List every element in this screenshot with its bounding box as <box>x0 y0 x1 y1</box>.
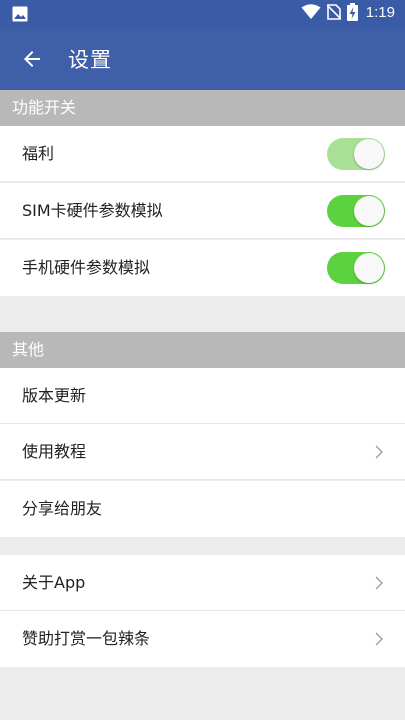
setting-label: 福利 <box>22 144 55 163</box>
toggle-knob <box>354 139 384 169</box>
image-icon <box>12 6 28 22</box>
phone-simulation-toggle[interactable] <box>327 252 385 284</box>
menu-label: 版本更新 <box>22 386 87 405</box>
setting-row-welfare[interactable]: 福利 <box>0 126 405 182</box>
battery-charging-icon <box>346 3 358 21</box>
section-header-other: 其他 <box>0 332 405 368</box>
menu-item-sponsor[interactable]: 赞助打赏一包辣条 <box>0 611 405 667</box>
menu-item-about[interactable]: 关于App <box>0 555 405 611</box>
chevron-right-icon <box>375 445 383 459</box>
section-header-features: 功能开关 <box>0 90 405 126</box>
menu-label: 分享给朋友 <box>22 499 103 518</box>
menu-label: 赞助打赏一包辣条 <box>22 629 151 648</box>
wifi-icon <box>301 4 321 19</box>
menu-item-version-update[interactable]: 版本更新 <box>0 368 405 424</box>
menu-item-tutorial[interactable]: 使用教程 <box>0 424 405 480</box>
setting-label: SIM卡硬件参数模拟 <box>22 201 163 220</box>
toggle-knob <box>354 253 384 283</box>
status-bar: 1:19 <box>0 0 405 28</box>
setting-row-phone-simulation[interactable]: 手机硬件参数模拟 <box>0 240 405 296</box>
menu-label: 关于App <box>22 573 86 592</box>
setting-label: 手机硬件参数模拟 <box>22 258 151 277</box>
menu-label: 使用教程 <box>22 442 87 461</box>
arrow-left-icon[interactable] <box>20 47 44 71</box>
toggle-knob <box>354 196 384 226</box>
no-sim-icon <box>326 4 341 20</box>
chevron-right-icon <box>375 576 383 590</box>
menu-item-share[interactable]: 分享给朋友 <box>0 481 405 537</box>
welfare-toggle[interactable] <box>327 138 385 170</box>
chevron-right-icon <box>375 632 383 646</box>
setting-row-sim-simulation[interactable]: SIM卡硬件参数模拟 <box>0 183 405 239</box>
page-title: 设置 <box>68 48 112 72</box>
status-time: 1:19 <box>365 3 395 21</box>
app-bar: 设置 <box>0 28 405 90</box>
sim-simulation-toggle[interactable] <box>327 195 385 227</box>
